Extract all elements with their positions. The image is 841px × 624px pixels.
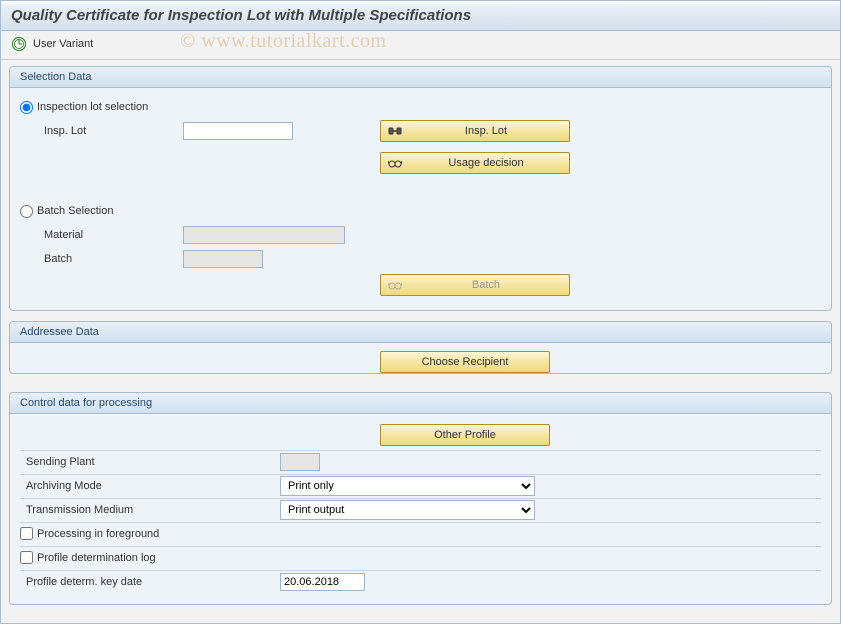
radio-label-batch: Batch Selection [37,205,113,217]
material-input [183,226,345,244]
page-title: Quality Certificate for Inspection Lot w… [11,7,471,24]
usage-decision-button[interactable]: Usage decision [380,152,570,174]
radio-inspection-lot-selection[interactable] [20,101,33,114]
profile-date-input[interactable] [280,573,365,591]
choose-recipient-text: Choose Recipient [387,356,543,368]
glasses-icon [387,278,403,292]
batch-label: Batch [38,253,183,265]
toolbar: User Variant [1,31,840,60]
insp-lot-input[interactable] [183,122,293,140]
sending-plant-label: Sending Plant [20,456,280,468]
processing-foreground-checkbox[interactable] [20,527,33,540]
group-header-addressee: Addressee Data [10,322,831,343]
batch-button: Batch [380,274,570,296]
group-addressee-data: Addressee Data Choose Recipient [9,321,832,374]
processing-foreground-label: Processing in foreground [37,528,159,540]
insp-lot-button-text: Insp. Lot [409,125,563,137]
group-header-control: Control data for processing [10,393,831,414]
choose-recipient-button[interactable]: Choose Recipient [380,351,550,373]
group-control-data: Control data for processing Other Profil… [9,392,832,605]
usage-decision-button-text: Usage decision [409,157,563,169]
radio-batch-selection[interactable] [20,205,33,218]
group-header-selection: Selection Data [10,67,831,88]
material-label: Material [38,229,183,241]
glasses-icon [387,156,403,170]
archiving-mode-select[interactable]: Print only [280,476,535,496]
batch-input [183,250,263,268]
transmission-medium-label: Transmission Medium [20,504,280,516]
insp-lot-label: Insp. Lot [38,125,183,137]
user-variant-label[interactable]: User Variant [33,38,93,50]
batch-button-text: Batch [409,279,563,291]
sending-plant-input [280,453,320,471]
profile-date-label: Profile determ. key date [20,576,280,588]
insp-lot-button[interactable]: Insp. Lot [380,120,570,142]
binoculars-icon [387,124,403,138]
other-profile-button[interactable]: Other Profile [380,424,550,446]
page-title-bar: Quality Certificate for Inspection Lot w… [1,1,840,31]
profile-log-checkbox[interactable] [20,551,33,564]
transmission-medium-select[interactable]: Print output [280,500,535,520]
archiving-mode-label: Archiving Mode [20,480,280,492]
execute-icon[interactable] [11,36,27,52]
other-profile-text: Other Profile [387,429,543,441]
profile-log-label: Profile determination log [37,552,156,564]
group-selection-data: Selection Data Inspection lot selection … [9,66,832,311]
radio-label-inspection-lot: Inspection lot selection [37,101,148,113]
